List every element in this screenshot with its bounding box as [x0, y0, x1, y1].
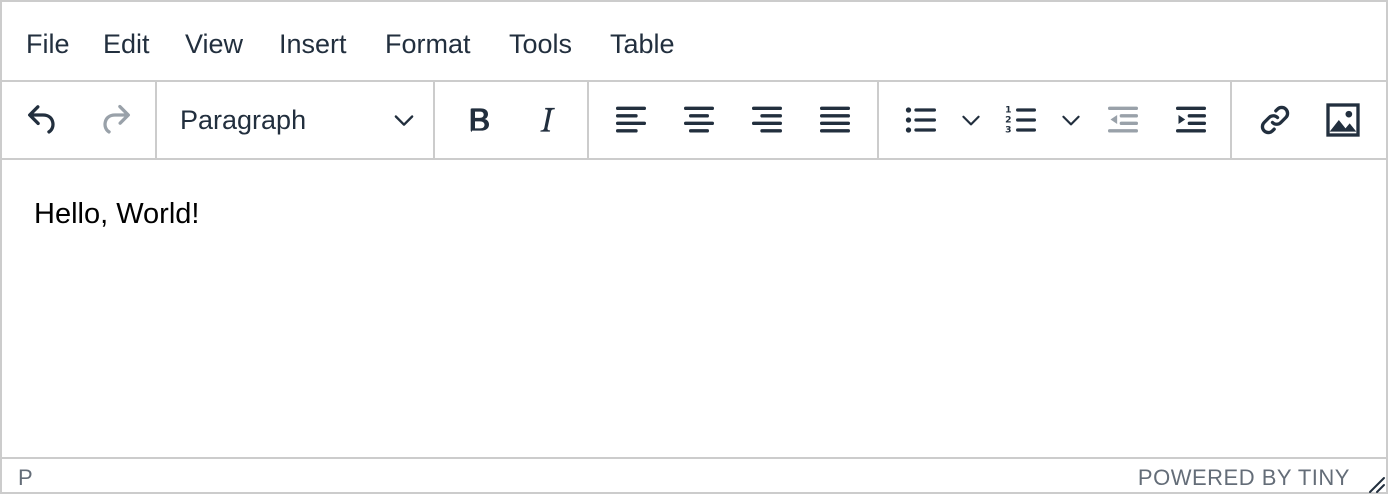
toolbar: Paragraph 1 2 3 [2, 82, 1386, 160]
menu-view[interactable]: View [185, 26, 243, 62]
content-paragraph[interactable]: Hello, World! [34, 198, 199, 231]
align-right-button[interactable] [742, 82, 792, 158]
branding-link[interactable]: POWERED BY TINY [1138, 465, 1350, 491]
toolbar-separator [155, 82, 157, 158]
toolbar-separator [1230, 82, 1232, 158]
toolbar-separator [433, 82, 435, 158]
menubar: File Edit View Insert Format Tools Table [2, 2, 1386, 82]
align-right-icon [752, 106, 782, 133]
outdent-icon [1108, 106, 1138, 133]
rich-text-editor: File Edit View Insert Format Tools Table… [0, 0, 1388, 494]
align-center-button[interactable] [674, 82, 724, 158]
redo-icon [103, 104, 130, 134]
element-path[interactable]: P [18, 465, 33, 491]
chevron-down-icon [1062, 115, 1080, 126]
svg-text:3: 3 [1005, 125, 1011, 136]
italic-icon [540, 107, 555, 132]
resize-handle-icon[interactable] [1364, 472, 1386, 494]
menu-insert[interactable]: Insert [279, 26, 347, 62]
undo-icon [28, 105, 55, 134]
bullet-list-button[interactable] [896, 82, 946, 158]
insert-link-button[interactable] [1250, 82, 1300, 158]
align-justify-icon [820, 106, 850, 133]
indent-button[interactable] [1166, 82, 1216, 158]
menu-tools[interactable]: Tools [509, 26, 572, 62]
italic-button[interactable] [522, 82, 572, 158]
menu-format[interactable]: Format [385, 26, 471, 62]
bullet-list-icon [905, 107, 936, 133]
menu-edit[interactable]: Edit [103, 26, 150, 62]
statusbar: P POWERED BY TINY [2, 457, 1386, 494]
numbered-list-button[interactable]: 123 [996, 82, 1046, 158]
align-center-icon [684, 106, 714, 133]
redo-button[interactable] [90, 82, 140, 158]
chevron-down-icon [394, 115, 414, 126]
toolbar-separator [877, 82, 879, 158]
bullet-list-dropdown[interactable] [954, 82, 988, 158]
menu-file[interactable]: File [26, 26, 70, 62]
toolbar-separator [587, 82, 589, 158]
bold-button[interactable] [454, 82, 504, 158]
numbered-list-dropdown[interactable] [1054, 82, 1088, 158]
align-justify-button[interactable] [810, 82, 860, 158]
numbered-list-icon: 123 [1005, 105, 1036, 136]
align-left-icon [616, 106, 646, 133]
undo-button[interactable] [18, 82, 68, 158]
align-left-button[interactable] [606, 82, 656, 158]
indent-icon [1176, 106, 1206, 133]
image-icon [1326, 103, 1360, 137]
link-icon [1260, 105, 1290, 135]
editor-content-area[interactable]: Hello, World! [2, 160, 1386, 457]
chevron-down-icon [962, 115, 980, 126]
outdent-button[interactable] [1098, 82, 1148, 158]
block-format-label: Paragraph [180, 105, 307, 135]
block-format-select[interactable]: Paragraph [162, 92, 426, 148]
menu-table[interactable]: Table [610, 26, 675, 62]
bold-icon [470, 108, 489, 132]
insert-image-button[interactable] [1318, 82, 1368, 158]
